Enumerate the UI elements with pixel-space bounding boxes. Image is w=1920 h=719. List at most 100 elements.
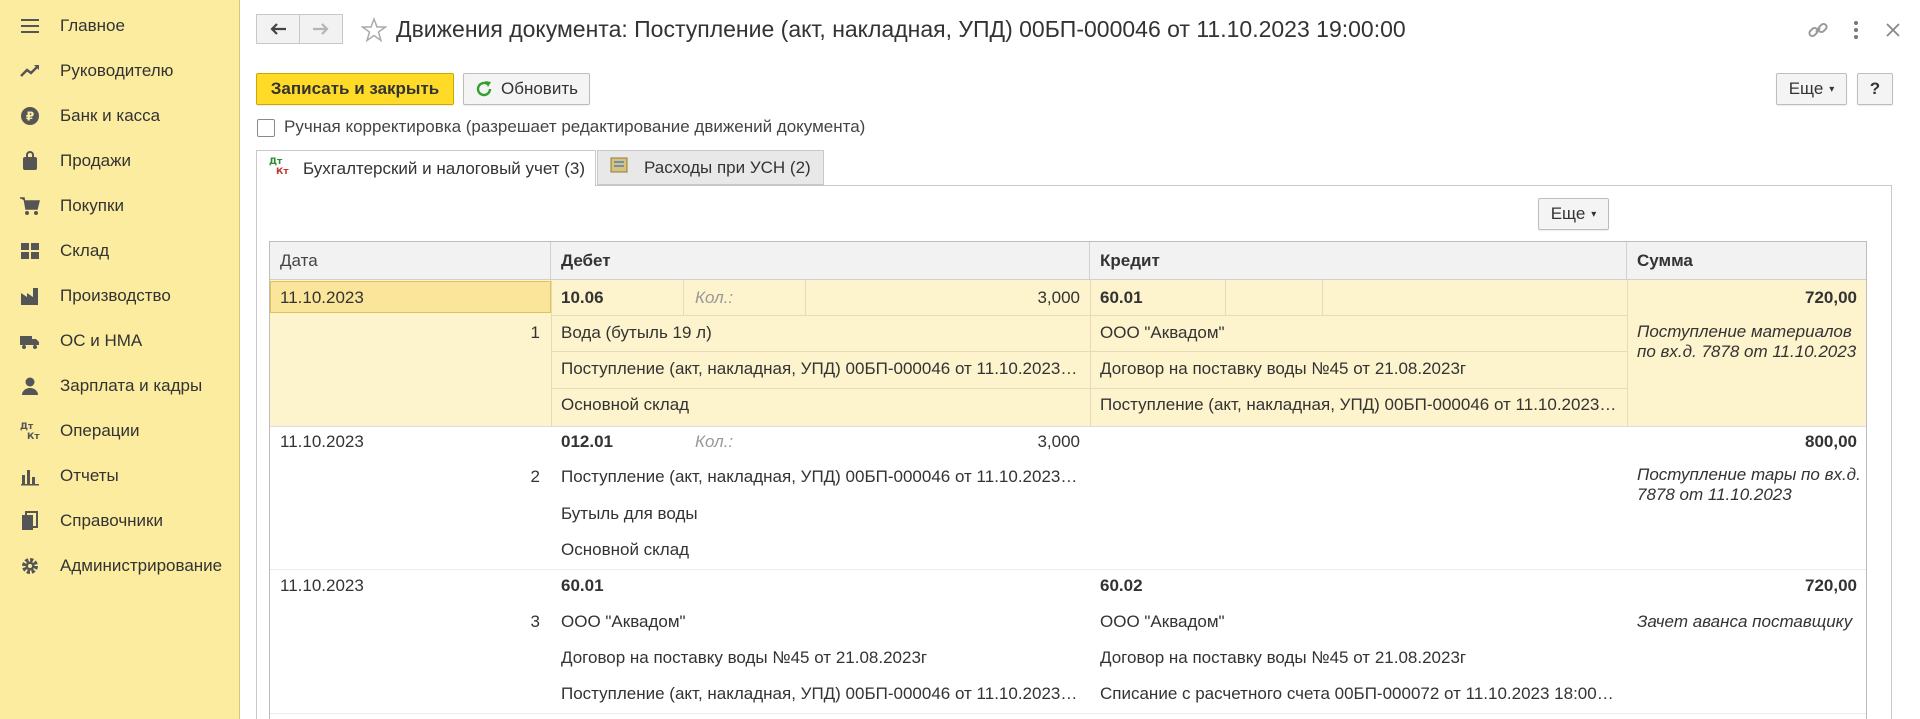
svg-text:Кт: Кт xyxy=(27,432,40,442)
trend-icon xyxy=(18,59,42,83)
refresh-label: Обновить xyxy=(501,79,578,98)
bag-icon xyxy=(18,149,42,173)
sidebar-item-bank[interactable]: ₽ Банк и касса xyxy=(0,96,240,136)
sidebar-item-label: Покупки xyxy=(60,196,124,215)
refresh-icon xyxy=(476,81,492,97)
debit-account: 60.01 xyxy=(561,576,604,595)
tab-accounting[interactable]: Дт Кт Бухгалтерский и налоговый учет (3) xyxy=(256,150,596,186)
sidebar-item-label: Склад xyxy=(60,241,110,260)
page-title: Движения документа: Поступление (акт, на… xyxy=(396,16,1406,42)
row-comment: Поступление материалов по вх.д. 7878 от … xyxy=(1637,322,1857,361)
column-header-sum[interactable]: Сумма xyxy=(1627,242,1866,280)
more-vertical-icon[interactable] xyxy=(1844,18,1868,42)
column-header-credit[interactable]: Кредит xyxy=(1090,242,1627,280)
sidebar-item-label: Производство xyxy=(60,286,171,305)
row-date: 11.10.2023 xyxy=(280,288,364,307)
close-icon[interactable] xyxy=(1881,18,1905,42)
panel-more-button[interactable]: Еще ▾ xyxy=(1538,198,1609,230)
sidebar-item-purchases[interactable]: Покупки xyxy=(0,186,240,226)
credit-subconto: Списание с расчетного счета 00БП-000072 … xyxy=(1100,684,1618,703)
cart-icon xyxy=(18,194,42,218)
more-label: Еще xyxy=(1550,204,1586,223)
credit-subconto: Поступление (акт, накладная, УПД) 00БП-0… xyxy=(1100,395,1618,414)
refresh-button[interactable]: Обновить xyxy=(463,73,590,105)
sidebar-item-label: Руководителю xyxy=(60,61,174,80)
credit-subconto: Договор на поставку воды №45 от 21.08.20… xyxy=(1100,359,1467,378)
svg-text:₽: ₽ xyxy=(26,110,34,124)
debit-qty: 3,000 xyxy=(1037,432,1080,451)
tab-label: Расходы при УСН (2) xyxy=(644,157,811,177)
sidebar-item-reports[interactable]: Отчеты xyxy=(0,456,240,496)
dt-kt-icon: Дт Кт xyxy=(18,419,42,443)
sidebar-item-label: Операции xyxy=(60,421,140,440)
gear-icon xyxy=(18,554,42,578)
manual-edit-checkbox[interactable] xyxy=(257,119,275,137)
books-icon xyxy=(18,509,42,533)
help-button[interactable]: ? xyxy=(1857,73,1893,105)
debit-subconto: ООО "Аквадом" xyxy=(561,612,686,631)
truck-icon xyxy=(18,329,42,353)
svg-text:Дт: Дт xyxy=(20,422,34,432)
row-comment: Поступление тары по вх.д. 7878 от 11.10.… xyxy=(1637,465,1861,504)
debit-subconto: Поступление (акт, накладная, УПД) 00БП-0… xyxy=(561,359,1081,378)
sidebar-item-manager[interactable]: Руководителю xyxy=(0,51,240,91)
sidebar-item-label: Банк и касса xyxy=(60,106,161,125)
dropdown-arrow-icon: ▾ xyxy=(1591,208,1597,220)
row-date: 11.10.2023 xyxy=(280,432,364,451)
debit-subconto: Основной склад xyxy=(561,395,690,414)
debit-qty-label: Кол.: xyxy=(695,432,734,451)
debit-account: 012.01 xyxy=(561,432,613,451)
debit-qty: 3,000 xyxy=(1037,288,1080,307)
bar-chart-icon xyxy=(18,464,42,488)
manual-edit-label: Ручная корректировка (разрешает редактир… xyxy=(284,117,866,136)
row-number: 3 xyxy=(530,612,540,631)
more-button[interactable]: Еще ▾ xyxy=(1776,73,1847,105)
sidebar-item-salary[interactable]: Зарплата и кадры xyxy=(0,366,240,406)
column-header-date[interactable]: Дата xyxy=(270,242,551,280)
sidebar-item-main[interactable]: Главное xyxy=(0,6,240,46)
document-movements-form: Движения документа: Поступление (акт, на… xyxy=(241,0,1920,719)
save-and-close-button[interactable]: Записать и закрыть xyxy=(256,73,454,105)
debit-account: 10.06 xyxy=(561,288,604,307)
back-button[interactable] xyxy=(256,14,300,44)
link-icon[interactable] xyxy=(1806,18,1830,42)
tab-usn-expenses[interactable]: Расходы при УСН (2) xyxy=(597,150,824,185)
sidebar-item-operations[interactable]: Дт Кт Операции xyxy=(0,411,240,451)
sidebar-item-fixed-assets[interactable]: ОС и НМА xyxy=(0,321,240,361)
arrow-left-icon xyxy=(270,23,286,35)
dt-kt-icon: Дт Кт xyxy=(269,155,291,182)
debit-subconto: Бутыль для воды xyxy=(561,504,698,523)
row-comment: Зачет аванса поставщику xyxy=(1637,612,1853,631)
sidebar-item-production[interactable]: Производство xyxy=(0,276,240,316)
star-icon[interactable] xyxy=(360,16,388,48)
register-icon xyxy=(610,156,628,179)
row-date: 11.10.2023 xyxy=(280,576,364,595)
column-header-debit[interactable]: Дебет xyxy=(551,242,1090,280)
sidebar-item-administration[interactable]: Администрирование xyxy=(0,546,240,586)
credit-subconto: ООО "Аквадом" xyxy=(1100,323,1225,342)
ruble-icon: ₽ xyxy=(18,104,42,128)
more-label: Еще xyxy=(1788,79,1824,98)
sidebar-item-label: Администрирование xyxy=(60,556,223,575)
entries-table[interactable]: Дата Дебет Кредит Сумма 11.10.2023 1 10.… xyxy=(269,241,1867,719)
sidebar: Главное Руководителю ₽ Банк и касса Прод… xyxy=(0,0,240,719)
sidebar-item-directories[interactable]: Справочники xyxy=(0,501,240,541)
row-number: 2 xyxy=(530,467,540,486)
debit-subconto: Вода (бутыль 19 л) xyxy=(561,323,712,342)
sidebar-item-label: Справочники xyxy=(60,511,163,530)
sidebar-item-label: Продажи xyxy=(60,151,131,170)
dropdown-arrow-icon: ▾ xyxy=(1829,83,1835,95)
debit-subconto: Поступление (акт, накладная, УПД) 00БП-0… xyxy=(561,467,1081,486)
forward-button[interactable] xyxy=(299,14,343,44)
debit-qty-label: Кол.: xyxy=(695,288,734,307)
credit-account: 60.01 xyxy=(1100,288,1143,307)
debit-subconto: Договор на поставку воды №45 от 21.08.20… xyxy=(561,648,928,667)
factory-icon xyxy=(18,284,42,308)
svg-text:Кт: Кт xyxy=(276,167,289,177)
sidebar-item-label: ОС и НМА xyxy=(60,331,143,350)
arrow-right-icon xyxy=(313,23,329,35)
sidebar-item-sales[interactable]: Продажи xyxy=(0,141,240,181)
svg-text:Дт: Дт xyxy=(269,157,283,167)
credit-subconto: ООО "Аквадом" xyxy=(1100,612,1225,631)
sidebar-item-warehouse[interactable]: Склад xyxy=(0,231,240,271)
